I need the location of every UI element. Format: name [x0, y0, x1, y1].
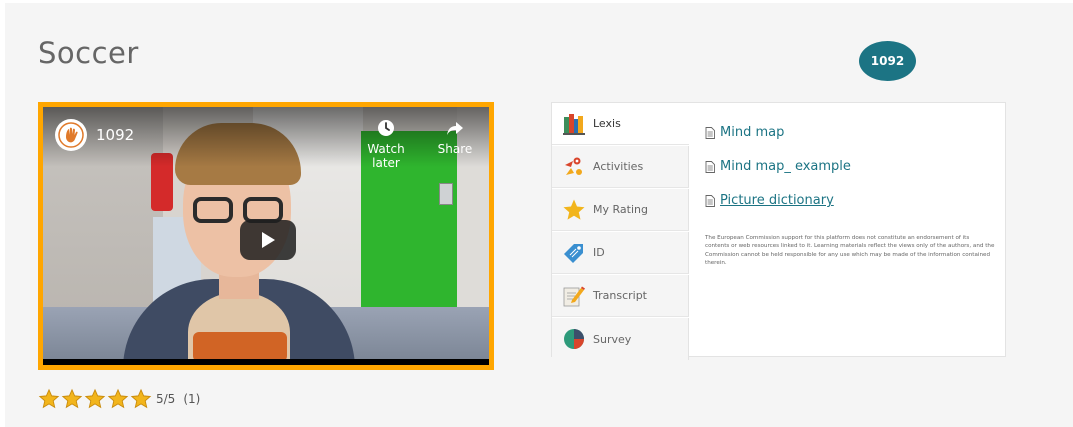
video-player[interactable]: 1092 Watch later Share — [38, 102, 494, 370]
tab-activities-label: Activities — [593, 160, 644, 173]
channel-logo-icon[interactable] — [55, 119, 87, 151]
tab-id[interactable]: ID — [552, 232, 689, 274]
mind-map-example-link-label: Mind map_ example — [720, 159, 851, 174]
rating-score: 5/5 — [156, 392, 176, 406]
play-icon — [262, 232, 275, 248]
play-button[interactable] — [240, 220, 296, 260]
tab-id-label: ID — [593, 246, 605, 259]
share-button[interactable]: Share — [425, 119, 485, 156]
tab-survey-label: Survey — [593, 332, 632, 346]
picture-dictionary-link-label: Picture dictionary — [720, 193, 834, 208]
clock-icon — [356, 119, 416, 139]
tab-my-rating[interactable]: My Rating — [552, 189, 689, 231]
pie-chart-icon — [561, 326, 587, 352]
document-icon — [705, 126, 715, 139]
star-icon — [561, 197, 587, 223]
star-icon[interactable] — [84, 388, 106, 410]
eu-disclaimer-text: The European Commission support for this… — [705, 235, 995, 267]
star-icon[interactable] — [130, 388, 152, 410]
document-icon — [705, 160, 715, 173]
pencil-icon — [561, 283, 587, 309]
tag-icon — [561, 240, 587, 266]
tab-my-rating-label: My Rating — [593, 203, 648, 216]
lexis-tab-content: Mind map Mind map_ example Picture dicti… — [689, 103, 1005, 356]
star-icon[interactable] — [107, 388, 129, 410]
mind-map-link-label: Mind map — [720, 125, 785, 140]
video-title[interactable]: 1092 — [96, 126, 134, 144]
share-label: Share — [437, 142, 473, 156]
books-icon — [561, 111, 587, 137]
mind-map-link[interactable]: Mind map — [705, 125, 784, 140]
tab-transcript[interactable]: Transcript — [552, 275, 689, 317]
star-icon[interactable] — [61, 388, 83, 410]
tab-lexis-label: Lexis — [593, 117, 621, 130]
watch-later-button[interactable]: Watch later — [356, 119, 416, 170]
activities-icon — [561, 154, 587, 180]
page-title: Soccer — [38, 36, 139, 70]
mind-map-example-link[interactable]: Mind map_ example — [705, 159, 851, 174]
picture-dictionary-link[interactable]: Picture dictionary — [705, 193, 834, 208]
rating-count: (1) — [183, 392, 201, 406]
video-progress-bar[interactable] — [43, 359, 489, 365]
document-icon — [705, 194, 715, 207]
tab-lexis[interactable]: Lexis — [552, 103, 689, 145]
share-icon — [425, 119, 485, 139]
star-icon[interactable] — [38, 388, 60, 410]
rating: 5/5 (1) — [38, 388, 200, 410]
tab-survey[interactable]: Survey — [552, 318, 689, 360]
tab-transcript-label: Transcript — [593, 289, 647, 302]
watch-later-label: Watch later — [367, 142, 405, 170]
tab-list: Lexis Activities My Rating ID Transcript… — [552, 103, 689, 360]
resource-tabs: Lexis Activities My Rating ID Transcript… — [551, 102, 1006, 360]
views-count-badge: 1092 — [859, 41, 916, 81]
tab-activities[interactable]: Activities — [552, 146, 689, 188]
